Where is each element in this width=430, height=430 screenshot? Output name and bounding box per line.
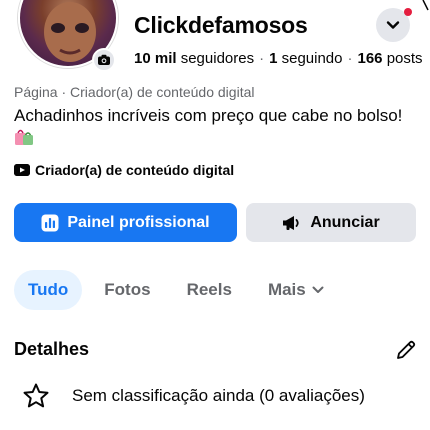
profile-bio: Achadinhos incríveis com preço que cabe … [14, 106, 403, 125]
profile-name: Clickdefamosos [134, 12, 308, 38]
followers-label[interactable]: seguidores [181, 50, 254, 67]
tab-mais-label: Mais [267, 280, 306, 299]
stats-separator: · [347, 50, 353, 67]
tab-tudo[interactable]: Tudo [14, 270, 83, 310]
chevron-down-icon [386, 21, 400, 29]
creator-badge-icon [14, 164, 30, 176]
tab-reels[interactable]: Reels [175, 270, 244, 310]
advertise-button[interactable]: Anunciar [246, 203, 416, 242]
profile-avatar[interactable] [18, 0, 118, 72]
details-title: Detalhes [14, 339, 90, 359]
corner-edge-icon [422, 0, 429, 11]
shopping-bags-icon [15, 129, 33, 145]
profile-stats: 10 mil seguidores · 1 seguindo · 166 posts [134, 50, 423, 67]
camera-icon[interactable] [92, 48, 116, 72]
tab-mais[interactable]: Mais [256, 270, 336, 310]
stats-separator: · [259, 50, 265, 67]
tab-fotos[interactable]: Fotos [92, 270, 162, 310]
posts-count: 166 [357, 50, 383, 67]
star-icon [23, 383, 49, 408]
following-count[interactable]: 1 [269, 50, 277, 67]
rating-row[interactable]: Sem classificação ainda (0 avaliações) [22, 382, 365, 410]
advertise-label: Anunciar [310, 213, 380, 231]
professional-dashboard-label: Painel profissional [67, 213, 210, 231]
rating-text: Sem classificação ainda (0 avaliações) [72, 386, 365, 405]
notification-dot [404, 8, 412, 16]
page-category: Página · Criador(a) de conteúdo digital [14, 84, 255, 100]
chevron-down-icon [312, 286, 324, 293]
dashboard-icon [41, 214, 59, 231]
creator-info-row: Criador(a) de conteúdo digital [14, 162, 234, 178]
following-label[interactable]: seguindo [282, 50, 343, 67]
professional-dashboard-button[interactable]: Painel profissional [14, 203, 237, 242]
pencil-icon[interactable] [395, 339, 417, 361]
profile-tabs: Tudo Fotos Reels Mais [14, 270, 336, 310]
megaphone-icon [283, 215, 299, 230]
followers-count[interactable]: 10 mil [134, 50, 177, 67]
posts-label: posts [386, 50, 423, 67]
creator-label: Criador(a) de conteúdo digital [35, 162, 235, 178]
